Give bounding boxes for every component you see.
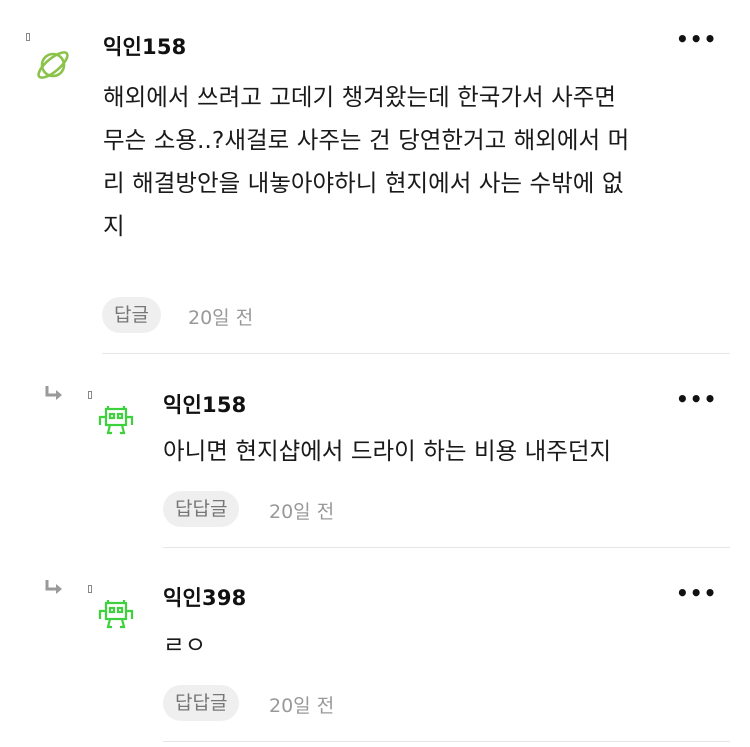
comment-text: 아니면 현지샵에서 드라이 하는 비용 내주던지 <box>163 430 733 473</box>
more-options-icon[interactable]: ••• <box>676 29 717 49</box>
planet-icon <box>34 46 72 84</box>
comment-text: 해외에서 쓰려고 고데기 챙겨왔는데 한국가서 사주면 무슨 소용..?새걸로 … <box>103 76 733 248</box>
comment-author: 익인158 <box>103 35 187 59</box>
divider <box>163 741 730 742</box>
timestamp: 20일 전 <box>269 501 335 523</box>
more-options-icon[interactable]: ••• <box>676 389 717 409</box>
reply-button[interactable]: 답글 <box>102 297 161 333</box>
comment-marker <box>26 33 30 41</box>
comment-text-line: 리 해결방안을 내놓아야하니 현지에서 사는 수밖에 없 <box>103 169 624 197</box>
comment-text: ㄹㅇ <box>163 624 733 667</box>
comment-text-line: 무슨 소용..?새걸로 사주는 건 당연한거고 해외에서 머 <box>103 126 630 154</box>
divider <box>102 353 730 354</box>
space-invader-icon <box>97 599 135 631</box>
comment-text-line: 해외에서 쓰려고 고데기 챙겨왔는데 한국가서 사주면 <box>103 83 616 111</box>
reply-arrow-icon <box>44 385 64 403</box>
divider <box>163 547 730 548</box>
reply-button[interactable]: 답답글 <box>163 685 240 721</box>
reply-arrow-icon <box>44 579 64 597</box>
comment-marker <box>88 391 92 399</box>
comment-text-line: 아니면 현지샵에서 드라이 하는 비용 내주던지 <box>163 437 612 465</box>
comment-author: 익인158 <box>163 393 247 417</box>
timestamp: 20일 전 <box>269 695 335 717</box>
timestamp: 20일 전 <box>188 307 254 329</box>
comment-text-line: 지 <box>103 212 125 240</box>
comment-text-line: ㄹㅇ <box>163 631 207 659</box>
more-options-icon[interactable]: ••• <box>676 583 717 603</box>
comment-author: 익인398 <box>163 586 247 610</box>
reply-button[interactable]: 답답글 <box>163 491 240 527</box>
comment-marker <box>88 585 92 593</box>
space-invader-icon <box>97 405 135 437</box>
